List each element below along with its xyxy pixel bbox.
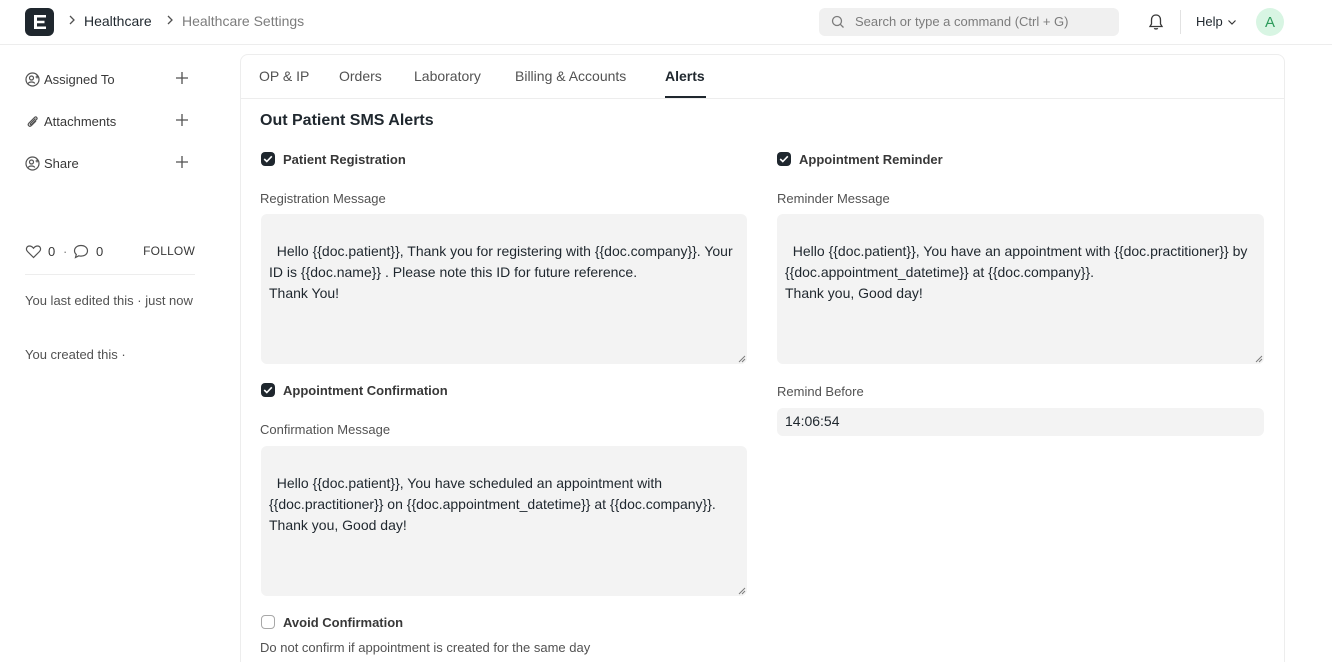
add-assignee-plus-icon[interactable] bbox=[175, 71, 189, 85]
navbar-divider bbox=[1180, 10, 1181, 34]
sidebar-item-label: Assigned To bbox=[44, 72, 115, 87]
remind-before-value: 14:06:54 bbox=[785, 413, 840, 429]
registration-message-textarea[interactable]: Hello {{doc.patient}}, Thank you for reg… bbox=[261, 214, 747, 364]
paperclip-icon bbox=[27, 116, 38, 127]
confirmation-message-textarea[interactable]: Hello {{doc.patient}}, You have schedule… bbox=[261, 446, 747, 596]
resize-handle-icon[interactable] bbox=[738, 355, 746, 363]
sidebar-item-share[interactable]: Share bbox=[25, 154, 195, 174]
sidebar-item-attachments[interactable]: Attachments bbox=[25, 112, 195, 132]
add-share-plus-icon[interactable] bbox=[175, 155, 189, 169]
sidebar-divider bbox=[25, 274, 195, 275]
breadcrumb-healthcare-settings[interactable]: Healthcare Settings bbox=[182, 13, 304, 29]
created-note: You created this · bbox=[25, 347, 126, 362]
app-logo[interactable] bbox=[25, 8, 54, 36]
sidebar-item-label: Attachments bbox=[44, 114, 117, 129]
user-avatar[interactable]: A bbox=[1256, 8, 1284, 36]
remind-before-label: Remind Before bbox=[777, 384, 864, 399]
checkbox-label: Appointment Confirmation bbox=[283, 382, 448, 398]
add-attachment-plus-icon[interactable] bbox=[175, 113, 189, 127]
sidebar-stats: 0 · 0 FOLLOW bbox=[25, 242, 195, 262]
tab-alerts[interactable]: Alerts bbox=[665, 68, 705, 84]
share-icon bbox=[25, 156, 40, 171]
tab-op-ip[interactable]: OP & IP bbox=[259, 68, 309, 84]
follow-button[interactable]: FOLLOW bbox=[143, 244, 195, 258]
like-count: 0 bbox=[48, 244, 56, 259]
registration-message-value: Hello {{doc.patient}}, Thank you for reg… bbox=[269, 243, 733, 301]
stats-separator: · bbox=[63, 244, 68, 259]
avoid-confirmation-description: Do not confirm if appointment is created… bbox=[260, 640, 591, 655]
breadcrumb-healthcare[interactable]: Healthcare bbox=[84, 13, 152, 29]
search-placeholder: Search or type a command (Ctrl + G) bbox=[855, 14, 1069, 29]
checkbox-checked-icon bbox=[261, 383, 275, 397]
active-tab-indicator bbox=[665, 96, 706, 98]
checkbox-label: Patient Registration bbox=[283, 151, 406, 167]
notification-bell-icon[interactable] bbox=[1148, 13, 1164, 31]
tab-laboratory[interactable]: Laboratory bbox=[414, 68, 481, 84]
logo-e-icon bbox=[33, 15, 46, 29]
confirmation-message-label: Confirmation Message bbox=[260, 422, 391, 437]
search-input[interactable]: Search or type a command (Ctrl + G) bbox=[819, 8, 1119, 36]
reminder-message-textarea[interactable]: Hello {{doc.patient}}, You have an appoi… bbox=[777, 214, 1264, 364]
checkbox-checked-icon bbox=[261, 152, 275, 166]
help-label: Help bbox=[1196, 14, 1223, 29]
patient-registration-checkbox[interactable]: Patient Registration bbox=[261, 151, 406, 167]
confirmation-message-value: Hello {{doc.patient}}, You have schedule… bbox=[269, 475, 716, 533]
checkbox-label: Appointment Reminder bbox=[799, 151, 943, 167]
avoid-confirmation-checkbox[interactable]: Avoid Confirmation bbox=[261, 614, 403, 630]
checkbox-unchecked-icon bbox=[261, 615, 275, 629]
form-tabs: OP & IP Orders Laboratory Billing & Acco… bbox=[241, 55, 1284, 99]
appointment-confirmation-checkbox[interactable]: Appointment Confirmation bbox=[261, 382, 448, 398]
registration-message-label: Registration Message bbox=[260, 191, 386, 206]
search-icon bbox=[831, 15, 844, 28]
top-navbar: Healthcare Healthcare Settings Search or… bbox=[0, 0, 1332, 45]
resize-handle-icon[interactable] bbox=[1255, 355, 1263, 363]
last-edited-note: You last edited this · just now bbox=[25, 293, 193, 308]
tab-orders[interactable]: Orders bbox=[339, 68, 382, 84]
breadcrumb-separator-icon bbox=[68, 14, 76, 28]
comment-icon[interactable] bbox=[73, 244, 89, 259]
sidebar-item-label: Share bbox=[44, 156, 79, 171]
sidebar-item-assigned-to[interactable]: Assigned To bbox=[25, 70, 195, 90]
breadcrumb-separator-icon bbox=[166, 14, 174, 28]
chevron-down-icon bbox=[1227, 19, 1236, 25]
appointment-reminder-checkbox[interactable]: Appointment Reminder bbox=[777, 151, 943, 167]
checkbox-label: Avoid Confirmation bbox=[283, 614, 404, 630]
help-dropdown[interactable]: Help bbox=[1196, 14, 1237, 29]
reminder-message-value: Hello {{doc.patient}}, You have an appoi… bbox=[785, 243, 1248, 301]
tab-billing-accounts[interactable]: Billing & Accounts bbox=[515, 68, 626, 84]
remind-before-input[interactable]: 14:06:54 bbox=[777, 408, 1264, 436]
comment-count: 0 bbox=[96, 244, 104, 259]
assign-icon bbox=[25, 72, 40, 87]
checkbox-checked-icon bbox=[777, 152, 791, 166]
reminder-message-label: Reminder Message bbox=[777, 191, 890, 206]
resize-handle-icon[interactable] bbox=[738, 587, 746, 595]
section-title: Out Patient SMS Alerts bbox=[260, 112, 434, 129]
like-heart-icon[interactable] bbox=[25, 244, 42, 259]
